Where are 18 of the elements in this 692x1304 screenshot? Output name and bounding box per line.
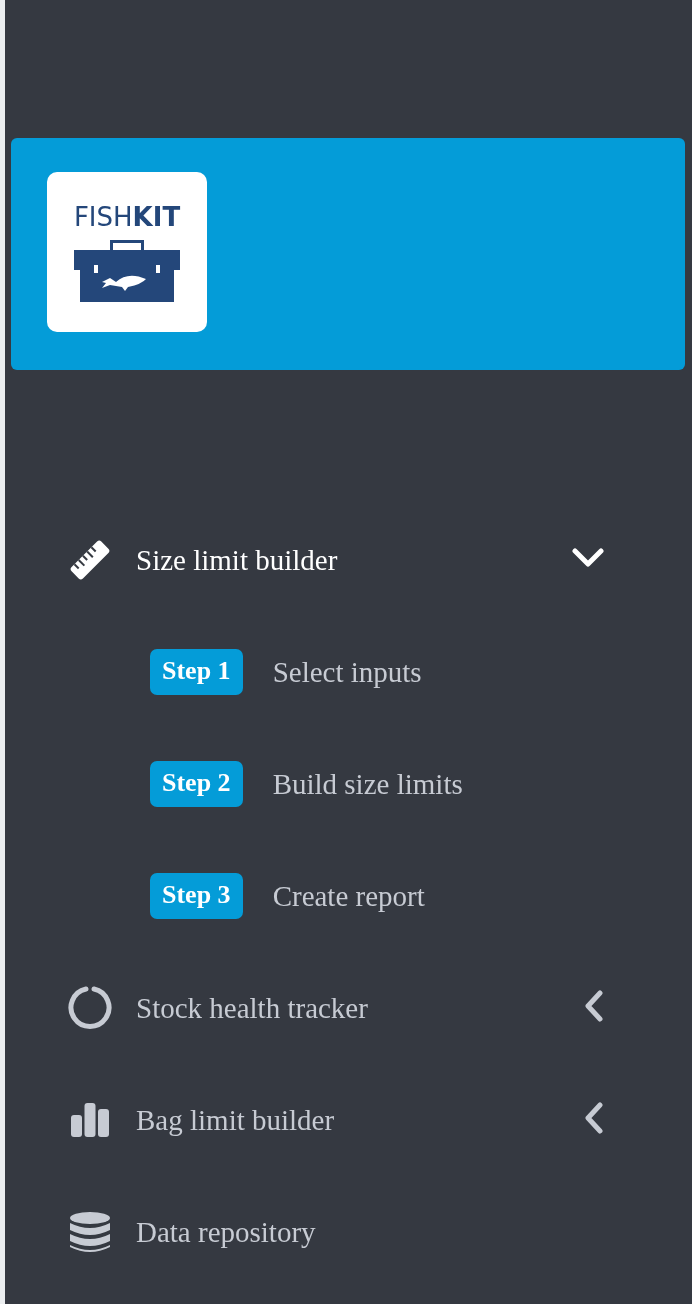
menu-item[interactable]: Data repository [136, 1215, 316, 1249]
logo-text: FISHKIT [73, 202, 181, 232]
toolbox-icon [72, 240, 182, 302]
step-badge: Step 3 [150, 873, 243, 919]
step-badge: Step 2 [150, 761, 243, 807]
menu-item[interactable]: Stock health tracker [136, 991, 368, 1025]
submenu-item[interactable]: Create report [272, 879, 425, 913]
logo[interactable]: FISHKIT [47, 172, 207, 332]
circle-notch-icon [67, 985, 113, 1031]
chevron-left-icon[interactable] [584, 990, 604, 1022]
step-badge: Step 1 [150, 649, 243, 695]
submenu-item[interactable]: Build size limits [272, 767, 463, 801]
submenu-item[interactable]: Select inputs [272, 655, 422, 689]
menu-item[interactable]: Size limit builder [136, 543, 338, 577]
database-icon [67, 1209, 113, 1255]
menu-item[interactable]: Bag limit builder [136, 1103, 335, 1137]
chevron-down-icon[interactable] [572, 548, 604, 568]
chevron-left-icon[interactable] [584, 1102, 604, 1134]
